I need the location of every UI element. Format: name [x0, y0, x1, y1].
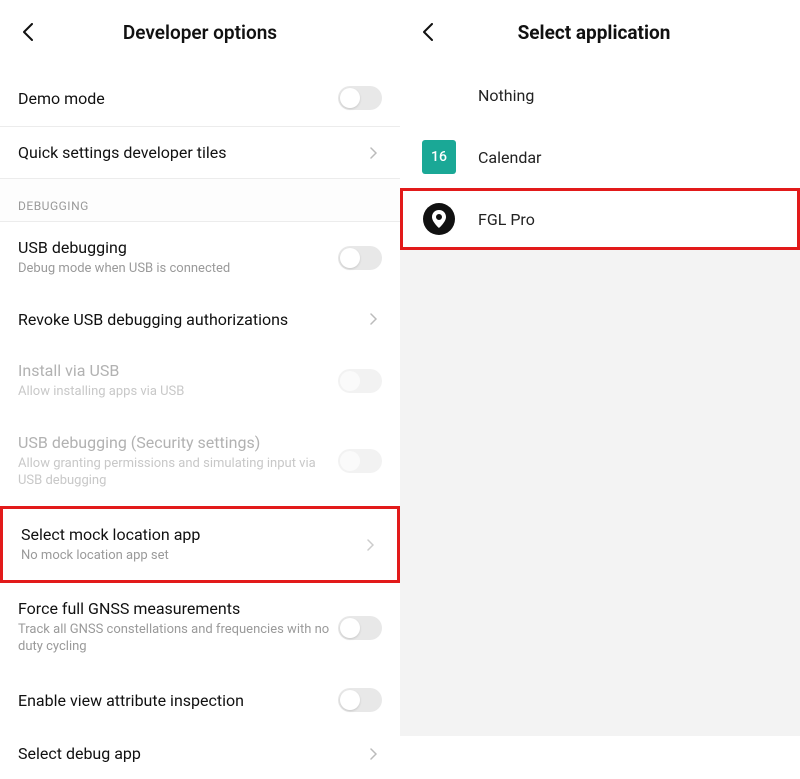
- force-gnss-row[interactable]: Force full GNSS measurements Track all G…: [0, 583, 400, 672]
- usb-debugging-security-row: USB debugging (Security settings) Allow …: [0, 417, 400, 506]
- row-title: Install via USB: [18, 361, 338, 380]
- app-item-nothing[interactable]: Nothing: [400, 64, 800, 126]
- empty-icon: [422, 78, 456, 112]
- row-title: Quick settings developer tiles: [18, 143, 364, 162]
- toggle-switch[interactable]: [338, 246, 382, 270]
- calendar-icon: 16: [422, 140, 456, 174]
- row-subtitle: Allow installing apps via USB: [18, 384, 338, 401]
- enable-view-attribute-row[interactable]: Enable view attribute inspection: [0, 672, 400, 728]
- app-label: Calendar: [478, 148, 541, 167]
- header: Select application: [400, 0, 800, 64]
- toggle-switch[interactable]: [338, 616, 382, 640]
- row-title: Demo mode: [18, 89, 338, 108]
- row-title: USB debugging: [18, 238, 338, 257]
- row-title: Revoke USB debugging authorizations: [18, 310, 364, 329]
- chevron-right-icon: [364, 748, 382, 760]
- row-title: Select debug app: [18, 744, 364, 763]
- toggle-switch: [338, 369, 382, 393]
- chevron-right-icon: [364, 313, 382, 325]
- section-header-debugging: DEBUGGING: [0, 178, 400, 222]
- install-via-usb-row: Install via USB Allow installing apps vi…: [0, 345, 400, 417]
- fgl-pro-icon: [422, 202, 456, 236]
- row-subtitle: Debug mode when USB is connected: [18, 261, 338, 278]
- revoke-usb-auth-row[interactable]: Revoke USB debugging authorizations: [0, 294, 400, 345]
- app-item-fgl-pro[interactable]: FGL Pro: [400, 188, 800, 250]
- toggle-switch[interactable]: [338, 688, 382, 712]
- row-title: USB debugging (Security settings): [18, 433, 338, 452]
- quick-settings-tiles-row[interactable]: Quick settings developer tiles: [0, 127, 400, 178]
- row-title: Enable view attribute inspection: [18, 691, 338, 710]
- usb-debugging-row[interactable]: USB debugging Debug mode when USB is con…: [0, 222, 400, 294]
- app-item-calendar[interactable]: 16 Calendar: [400, 126, 800, 188]
- toggle-switch[interactable]: [338, 86, 382, 110]
- row-subtitle: Track all GNSS constellations and freque…: [18, 622, 338, 656]
- header: Developer options: [0, 0, 400, 64]
- chevron-right-icon: [364, 147, 382, 159]
- page-title: Developer options: [40, 21, 360, 44]
- select-application-screen: Select application Nothing 16 Calendar: [400, 0, 800, 736]
- toggle-switch: [338, 449, 382, 473]
- row-subtitle: Allow granting permissions and simulatin…: [18, 456, 338, 490]
- row-title: Select mock location app: [21, 525, 361, 544]
- back-icon[interactable]: [16, 20, 40, 44]
- select-mock-location-row[interactable]: Select mock location app No mock locatio…: [0, 506, 400, 584]
- developer-options-screen: Developer options Demo mode Quick settin…: [0, 0, 400, 736]
- app-label: FGL Pro: [478, 210, 535, 229]
- app-label: Nothing: [478, 86, 534, 105]
- page-title: Select application: [404, 21, 784, 44]
- row-subtitle: No mock location app set: [21, 548, 361, 565]
- chevron-right-icon: [361, 539, 379, 551]
- demo-mode-row[interactable]: Demo mode: [0, 70, 400, 126]
- row-title: Force full GNSS measurements: [18, 599, 338, 618]
